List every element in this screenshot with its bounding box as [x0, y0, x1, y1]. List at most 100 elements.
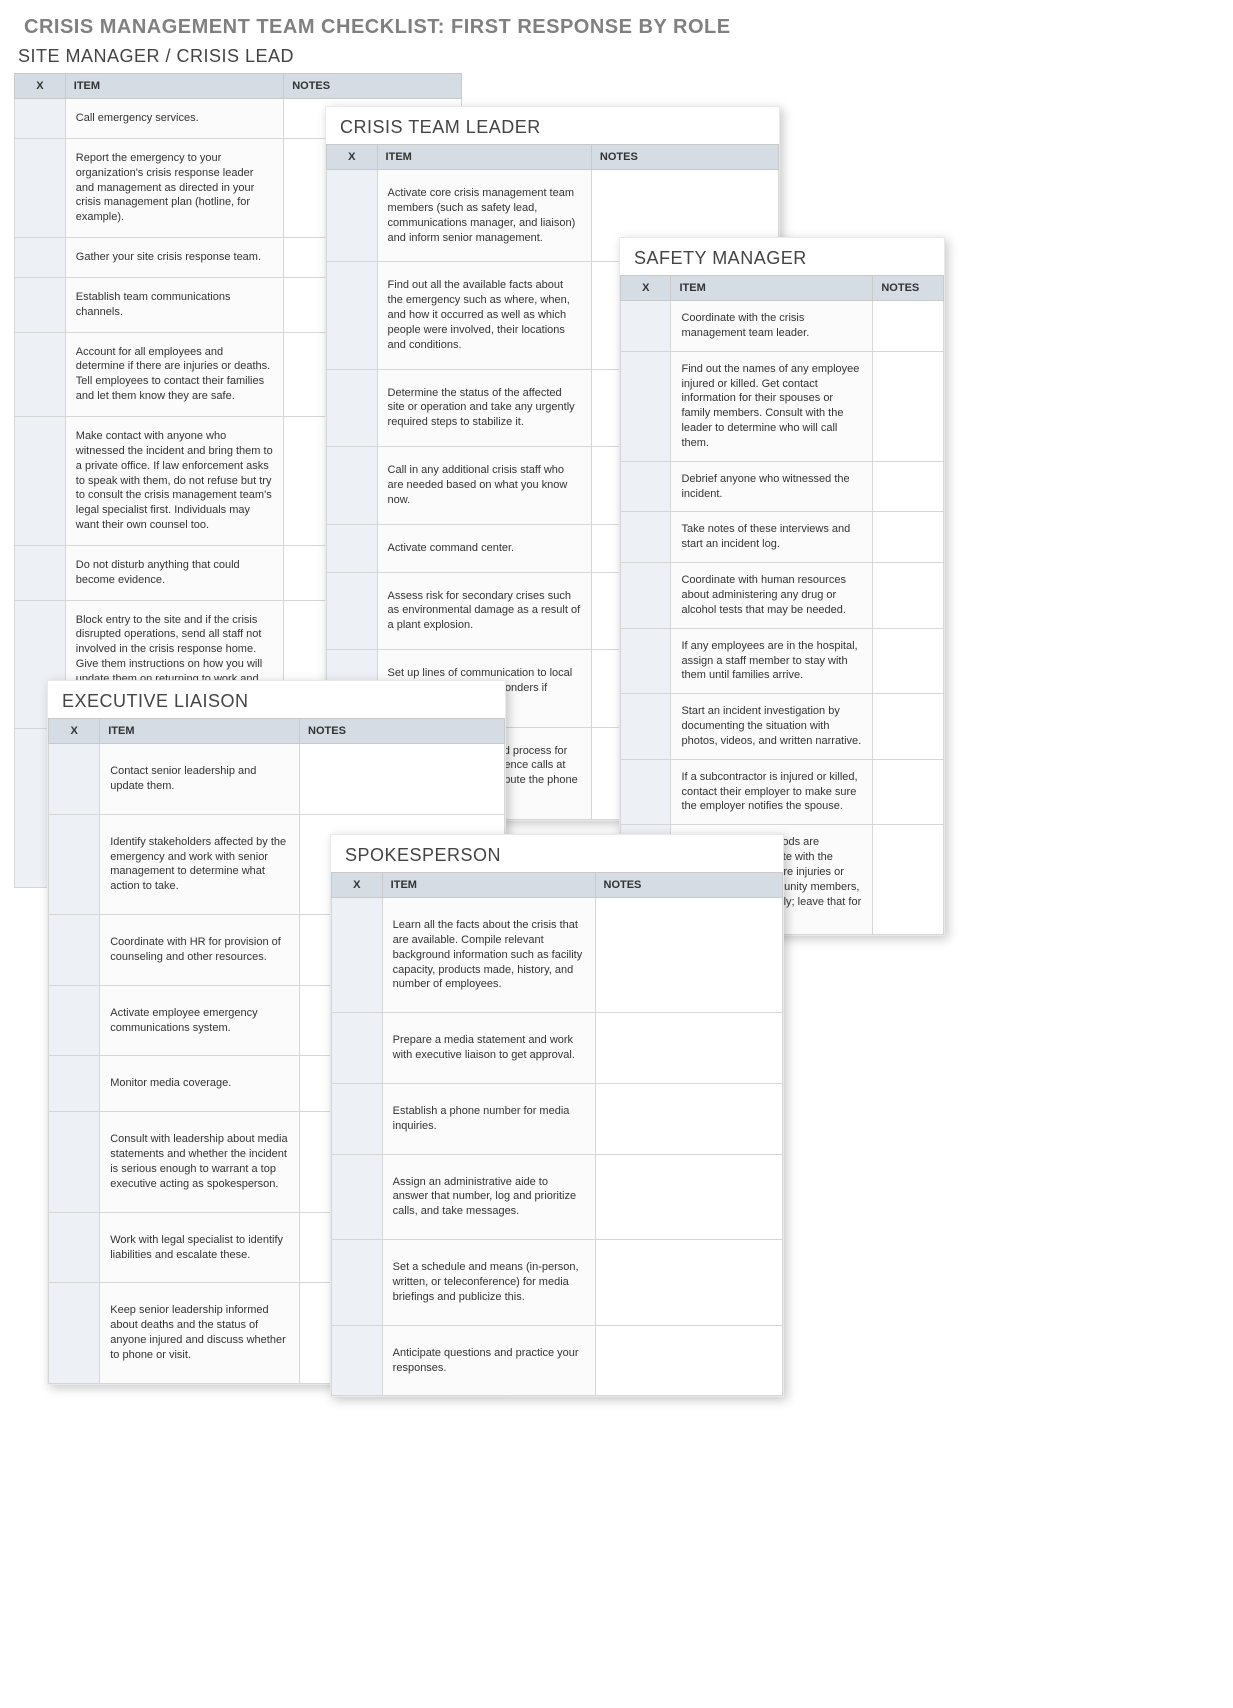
item-cell: Take notes of these interviews and start…	[671, 512, 873, 563]
item-cell: If any employees are in the hospital, as…	[671, 628, 873, 694]
item-cell: Establish team communications channels.	[65, 277, 283, 332]
check-cell[interactable]	[327, 262, 378, 369]
item-cell: Assign an administrative aide to answer …	[382, 1154, 595, 1240]
check-cell[interactable]	[327, 524, 378, 572]
table-row: If any employees are in the hospital, as…	[621, 628, 944, 694]
notes-cell[interactable]	[873, 563, 944, 629]
notes-cell[interactable]	[595, 1240, 783, 1326]
notes-cell[interactable]	[873, 694, 944, 760]
notes-cell[interactable]	[595, 898, 783, 1013]
check-cell[interactable]	[327, 369, 378, 447]
check-cell[interactable]	[15, 238, 66, 278]
col-header-notes: NOTES	[591, 145, 778, 170]
check-cell[interactable]	[621, 461, 671, 512]
check-cell[interactable]	[621, 694, 671, 760]
item-cell: Determine the status of the affected sit…	[377, 369, 591, 447]
item-cell: Work with legal specialist to identify l…	[100, 1212, 300, 1283]
check-cell[interactable]	[621, 351, 671, 461]
item-cell: Debrief anyone who witnessed the inciden…	[671, 461, 873, 512]
item-cell: Report the emergency to your organizatio…	[65, 138, 283, 237]
section-title: SPOKESPERSON	[331, 835, 783, 872]
table-row: Start an incident investigation by docum…	[621, 694, 944, 760]
notes-cell[interactable]	[873, 351, 944, 461]
notes-cell[interactable]	[595, 1083, 783, 1154]
col-header-notes: NOTES	[595, 873, 783, 898]
col-header-x: X	[327, 145, 378, 170]
table-row: Debrief anyone who witnessed the inciden…	[621, 461, 944, 512]
check-cell[interactable]	[15, 138, 66, 237]
check-cell[interactable]	[49, 1056, 100, 1112]
check-cell[interactable]	[327, 447, 378, 525]
table-row: Anticipate questions and practice your r…	[332, 1325, 783, 1396]
notes-cell[interactable]	[595, 1154, 783, 1240]
item-cell: Activate command center.	[377, 524, 591, 572]
check-cell[interactable]	[332, 1240, 383, 1326]
notes-cell[interactable]	[873, 512, 944, 563]
check-cell[interactable]	[621, 759, 671, 825]
check-cell[interactable]	[49, 1212, 100, 1283]
notes-cell[interactable]	[873, 628, 944, 694]
notes-cell[interactable]	[873, 461, 944, 512]
check-cell[interactable]	[15, 545, 66, 600]
table-row: Establish a phone number for media inqui…	[332, 1083, 783, 1154]
col-header-item: ITEM	[377, 145, 591, 170]
item-cell: Do not disturb anything that could becom…	[65, 545, 283, 600]
item-cell: Call in any additional crisis staff who …	[377, 447, 591, 525]
item-cell: Prepare a media statement and work with …	[382, 1013, 595, 1084]
item-cell: Account for all employees and determine …	[65, 332, 283, 416]
check-cell[interactable]	[15, 277, 66, 332]
item-cell: Establish a phone number for media inqui…	[382, 1083, 595, 1154]
section-title: SITE MANAGER / CRISIS LEAD	[14, 46, 462, 73]
notes-cell[interactable]	[873, 759, 944, 825]
check-cell[interactable]	[15, 416, 66, 545]
notes-cell[interactable]	[595, 1325, 783, 1396]
notes-cell[interactable]	[595, 1013, 783, 1084]
check-cell[interactable]	[49, 1112, 100, 1212]
check-cell[interactable]	[332, 1083, 383, 1154]
check-cell[interactable]	[327, 572, 378, 650]
check-cell[interactable]	[621, 301, 671, 352]
item-cell: Learn all the facts about the crisis tha…	[382, 898, 595, 1013]
item-cell: Keep senior leadership informed about de…	[100, 1283, 300, 1383]
notes-cell[interactable]	[873, 301, 944, 352]
check-cell[interactable]	[332, 898, 383, 1013]
item-cell: Activate employee emergency communicatio…	[100, 985, 300, 1056]
check-cell[interactable]	[621, 628, 671, 694]
section-title: CRISIS TEAM LEADER	[326, 107, 779, 144]
item-cell: Assess risk for secondary crises such as…	[377, 572, 591, 650]
item-cell: Gather your site crisis response team.	[65, 238, 283, 278]
col-header-x: X	[49, 719, 100, 744]
section-title: EXECUTIVE LIAISON	[48, 681, 505, 718]
check-cell[interactable]	[621, 563, 671, 629]
check-cell[interactable]	[49, 814, 100, 914]
notes-cell[interactable]	[300, 744, 505, 815]
check-cell[interactable]	[49, 744, 100, 815]
notes-cell[interactable]	[873, 825, 944, 935]
item-cell: Monitor media coverage.	[100, 1056, 300, 1112]
table-row: Set a schedule and means (in-person, wri…	[332, 1240, 783, 1326]
check-cell[interactable]	[49, 915, 100, 986]
checklist-table: X ITEM NOTES Learn all the facts about t…	[331, 872, 783, 1396]
check-cell[interactable]	[332, 1154, 383, 1240]
check-cell[interactable]	[49, 1283, 100, 1383]
section-spokesperson: SPOKESPERSON X ITEM NOTES Learn all the …	[330, 834, 784, 1397]
item-cell: Contact senior leadership and update the…	[100, 744, 300, 815]
col-header-item: ITEM	[100, 719, 300, 744]
check-cell[interactable]	[15, 99, 66, 139]
item-cell: Start an incident investigation by docum…	[671, 694, 873, 760]
col-header-item: ITEM	[382, 873, 595, 898]
check-cell[interactable]	[327, 170, 378, 262]
check-cell[interactable]	[621, 512, 671, 563]
table-row: Find out the names of any employee injur…	[621, 351, 944, 461]
table-row: Coordinate with the crisis management te…	[621, 301, 944, 352]
check-cell[interactable]	[15, 332, 66, 416]
check-cell[interactable]	[49, 985, 100, 1056]
section-safety-manager: SAFETY MANAGER X ITEM NOTES Coordinate w…	[619, 237, 945, 936]
item-cell: Find out all the available facts about t…	[377, 262, 591, 369]
col-header-notes: NOTES	[873, 276, 944, 301]
table-row: Contact senior leadership and update the…	[49, 744, 505, 815]
item-cell: Identify stakeholders affected by the em…	[100, 814, 300, 914]
check-cell[interactable]	[332, 1013, 383, 1084]
item-cell: If a subcontractor is injured or killed,…	[671, 759, 873, 825]
check-cell[interactable]	[332, 1325, 383, 1396]
